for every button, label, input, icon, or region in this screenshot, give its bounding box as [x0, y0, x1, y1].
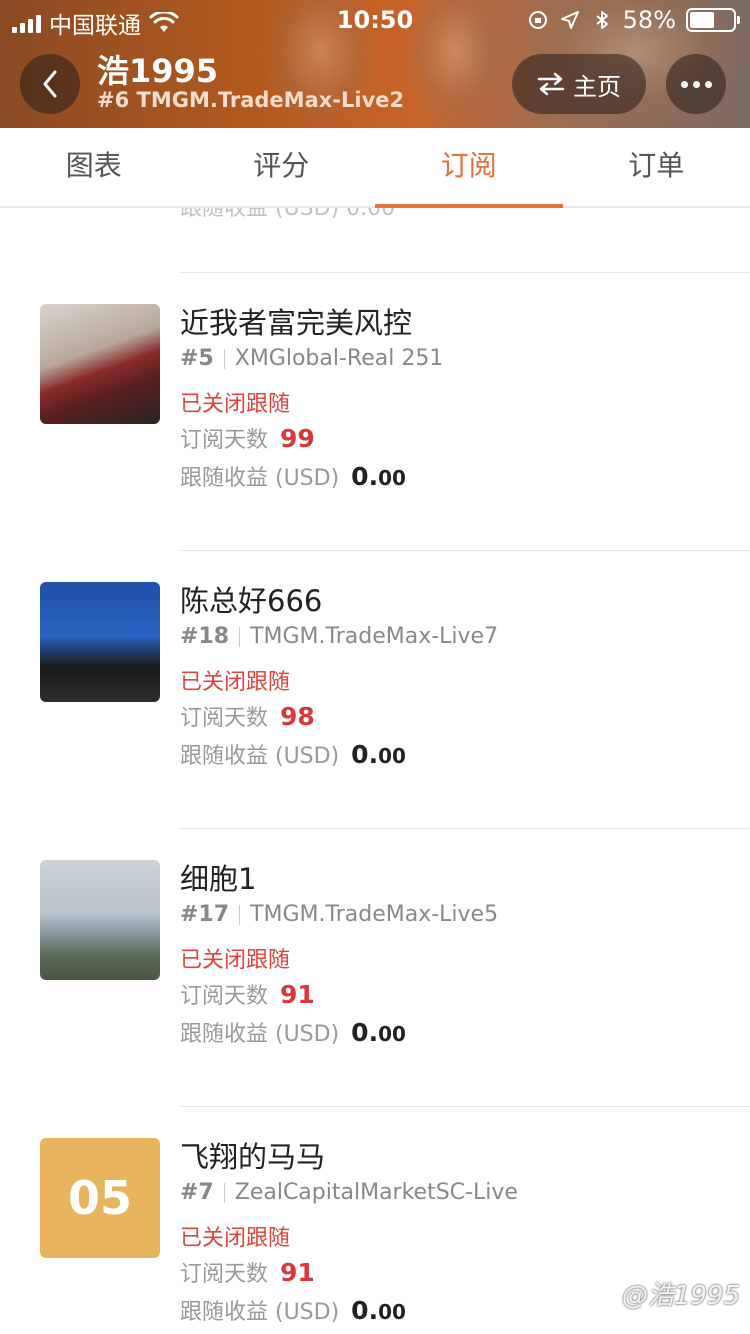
profit-label: 跟随收益 (USD) — [180, 466, 340, 491]
profit-value: 0.00 — [351, 462, 406, 491]
orientation-lock-icon — [528, 11, 547, 29]
follow-status: 已关闭跟随 — [180, 1226, 291, 1251]
follow-status: 已关闭跟随 — [180, 670, 291, 695]
battery-percent: 58% — [622, 6, 676, 34]
server-name: TMGM.TradeMax-Live5 — [250, 902, 499, 927]
days-label: 订阅天数 — [180, 428, 269, 453]
server-name: ZealCapitalMarketSC-Live — [234, 1180, 518, 1205]
bluetooth-icon — [596, 11, 608, 29]
follow-profit: 跟随收益 (USD) 0.00 — [180, 1294, 406, 1326]
profit-value: 0.00 — [351, 740, 406, 769]
days-label: 订阅天数 — [180, 984, 269, 1009]
watermark: @浩1995 — [621, 1281, 740, 1311]
list-divider — [180, 550, 750, 551]
avatar: 05 — [40, 1138, 160, 1258]
battery-level — [690, 12, 715, 28]
home-button-label: 主页 — [573, 72, 621, 101]
trader-server: #18 TMGM.TradeMax-Live7 — [180, 624, 498, 649]
trader-name: 细胞1 — [180, 862, 257, 896]
days-label: 订阅天数 — [180, 1262, 269, 1287]
back-button[interactable] — [20, 54, 80, 114]
trader-server: #7 ZealCapitalMarketSC-Live — [180, 1180, 518, 1205]
more-dots-icon — [680, 80, 688, 88]
trader-rank: #17 — [180, 902, 230, 927]
trader-name: 飞翔的马马 — [180, 1140, 326, 1174]
days-value: 98 — [280, 702, 315, 731]
follow-status: 已关闭跟随 — [180, 948, 291, 973]
profit-label: 跟随收益 (USD) — [180, 1300, 340, 1325]
avatar — [40, 582, 160, 702]
subscription-days: 订阅天数 99 — [180, 422, 315, 454]
status-bar: 中国联通 10:50 58% — [0, 0, 750, 40]
subscription-days: 订阅天数 98 — [180, 700, 315, 732]
server-name: XMGlobal-Real 251 — [234, 346, 444, 371]
server-name: TMGM.TradeMax-Live7 — [250, 624, 499, 649]
meta-separator — [239, 626, 241, 647]
meta-separator — [239, 904, 241, 925]
trader-name: 近我者富完美风控 — [180, 306, 413, 340]
list-item[interactable]: 近我者富完美风控 #5 XMGlobal-Real 251 已关闭跟随 订阅天数… — [0, 304, 750, 534]
days-value: 91 — [280, 980, 315, 1009]
more-options-button[interactable] — [666, 54, 726, 114]
follow-profit: 跟随收益 (USD) 0.00 — [180, 460, 406, 492]
days-value: 99 — [280, 424, 315, 453]
trader-rank: #5 — [180, 346, 214, 371]
follow-profit: 跟随收益 (USD) 0.00 — [180, 1016, 406, 1048]
home-button[interactable]: 主页 — [512, 54, 646, 114]
trader-name: 陈总好666 — [180, 584, 323, 618]
list-item[interactable]: 陈总好666 #18 TMGM.TradeMax-Live7 已关闭跟随 订阅天… — [0, 582, 750, 812]
list-divider — [180, 828, 750, 829]
tab-chart[interactable]: 图表 — [0, 128, 188, 206]
days-value: 91 — [280, 1258, 315, 1287]
swap-arrows-icon — [537, 72, 565, 96]
subscription-days: 订阅天数 91 — [180, 1256, 315, 1288]
clipped-previous-row: 跟随收益 (USD) 0.00 — [180, 208, 396, 221]
list-divider — [180, 272, 750, 273]
profit-label: 跟随收益 (USD) — [180, 1022, 340, 1047]
location-arrow-icon — [560, 11, 579, 29]
avatar — [40, 304, 160, 424]
trader-server: #5 XMGlobal-Real 251 — [180, 346, 443, 371]
battery-icon — [686, 8, 740, 32]
tab-subscription[interactable]: 订阅 — [375, 128, 563, 208]
list-item[interactable]: 细胞1 #17 TMGM.TradeMax-Live5 已关闭跟随 订阅天数 9… — [0, 860, 750, 1090]
app-header: 中国联通 10:50 58% 浩1995 #6 TMGM.TradeMax-Li… — [0, 0, 750, 128]
meta-separator — [223, 348, 225, 369]
profit-value: 0.00 — [351, 1018, 406, 1047]
tab-orders[interactable]: 订单 — [563, 128, 750, 206]
meta-separator — [223, 1182, 225, 1203]
trader-server: #17 TMGM.TradeMax-Live5 — [180, 902, 498, 927]
tab-rating[interactable]: 评分 — [188, 128, 376, 206]
follow-profit: 跟随收益 (USD) 0.00 — [180, 738, 406, 770]
chevron-left-icon — [43, 70, 57, 98]
page-subtitle: #6 TMGM.TradeMax-Live2 — [97, 88, 405, 112]
page-title: 浩1995 — [97, 52, 219, 90]
avatar — [40, 860, 160, 980]
profit-label: 跟随收益 (USD) — [180, 744, 340, 769]
trader-rank: #18 — [180, 624, 230, 649]
tab-bar: 图表 评分 订阅 订单 — [0, 128, 750, 208]
trader-rank: #7 — [180, 1180, 214, 1205]
follow-status: 已关闭跟随 — [180, 392, 291, 417]
days-label: 订阅天数 — [180, 706, 269, 731]
profit-value: 0.00 — [351, 1296, 406, 1325]
list-divider — [180, 1106, 750, 1107]
subscription-days: 订阅天数 91 — [180, 978, 315, 1010]
subscription-list[interactable]: 跟随收益 (USD) 0.00 近我者富完美风控 #5 XMGlobal-Rea… — [0, 208, 750, 1334]
